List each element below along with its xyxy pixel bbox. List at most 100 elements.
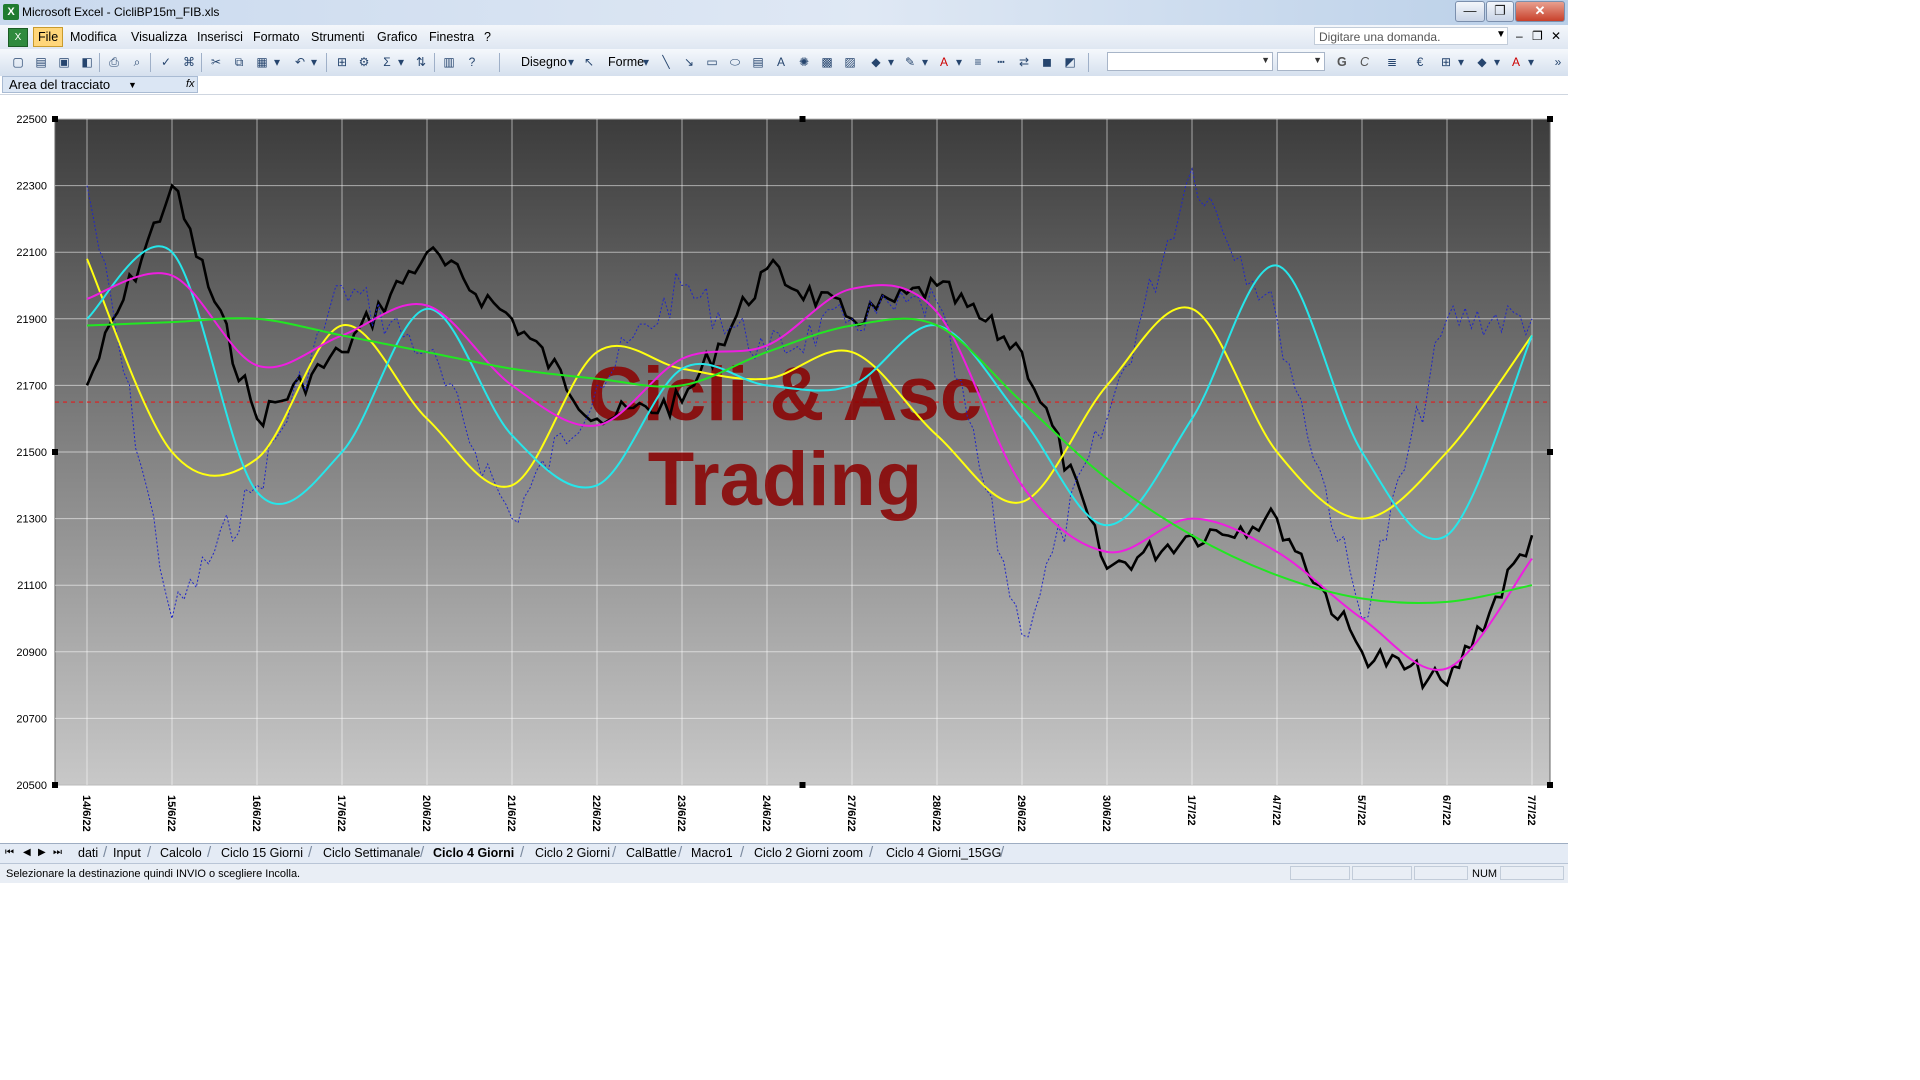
sheet-tab[interactable]: Ciclo 4 Giorni_15GG (886, 846, 1001, 860)
resize-handle[interactable] (1547, 782, 1553, 788)
chevron-down-icon[interactable]: ▾ (566, 54, 576, 70)
chevron-down-icon[interactable]: ▾ (1456, 54, 1466, 70)
copy-icon[interactable]: ⧉ (231, 54, 247, 70)
resize-handle[interactable] (52, 116, 58, 122)
chevron-down-icon[interactable]: ▾ (954, 54, 964, 70)
sheet-tab[interactable]: Input (113, 846, 141, 860)
sheet-tab[interactable]: CalBattle (626, 846, 677, 860)
name-box[interactable]: Area del tracciato ▼ fx (2, 76, 198, 93)
save-icon[interactable]: ▣ (56, 54, 72, 70)
sheet-tab[interactable]: Ciclo 2 Giorni zoom (754, 846, 863, 860)
bold-button[interactable]: G (1337, 55, 1347, 69)
forme-menu[interactable]: Forme (608, 55, 644, 69)
font-size-select[interactable]: ▼ (1277, 52, 1325, 71)
undo-icon[interactable]: ↶ (292, 54, 308, 70)
diagram-icon[interactable]: ✺ (796, 54, 812, 70)
hyperlink-icon[interactable]: ⊞ (334, 54, 350, 70)
chevron-down-icon[interactable]: ▾ (396, 54, 406, 70)
chart-wizard-icon[interactable]: ▥ (441, 54, 457, 70)
italic-button[interactable]: C (1360, 55, 1369, 69)
autosum-icon[interactable]: ⚙ (356, 54, 372, 70)
line-icon[interactable]: ╲ (658, 54, 674, 70)
sheet-tab[interactable]: Ciclo 2 Giorni (535, 846, 610, 860)
line-chart[interactable]: 22500 22300 22100 21900 21700 21500 21300 21100… (0, 95, 1568, 843)
sigma-icon[interactable]: Σ (379, 54, 395, 70)
resize-handle[interactable] (1547, 449, 1553, 455)
minimize-button[interactable]: — (1455, 1, 1485, 22)
3d-icon[interactable]: ◩ (1062, 54, 1078, 70)
chevron-down-icon[interactable]: ▾ (1492, 54, 1502, 70)
line-color-icon[interactable]: ✎ (902, 54, 918, 70)
textbox-icon[interactable]: ▤ (750, 54, 766, 70)
font-color-icon[interactable]: A (936, 54, 952, 70)
menu-modifica[interactable]: Modifica (67, 29, 120, 45)
sheet-tab[interactable]: Calcolo (160, 846, 202, 860)
font-color-icon[interactable]: A (1508, 54, 1524, 70)
picture-icon[interactable]: ▨ (842, 54, 858, 70)
chart-area[interactable]: 22500 22300 22100 21900 21700 21500 21300 21100… (0, 95, 1568, 843)
oval-icon[interactable]: ⬭ (727, 54, 743, 70)
menu-strumenti[interactable]: Strumenti (308, 29, 368, 45)
sort-icon[interactable]: ⇅ (413, 54, 429, 70)
chevron-down-icon[interactable]: ▼ (128, 78, 137, 93)
open-icon[interactable]: ▤ (33, 54, 49, 70)
align-center-icon[interactable]: ≣ (1384, 54, 1400, 70)
workbook-icon[interactable]: X (8, 28, 28, 47)
resize-handle[interactable] (799, 782, 806, 788)
research-icon[interactable]: ⌘ (181, 54, 197, 70)
sheet-tab[interactable]: dati (78, 846, 98, 860)
rectangle-icon[interactable]: ▭ (704, 54, 720, 70)
arrow-icon[interactable]: ↘ (681, 54, 697, 70)
chevron-down-icon[interactable]: ▾ (920, 54, 930, 70)
menu-visualizza[interactable]: Visualizza (128, 29, 190, 45)
help-search-input[interactable]: Digitare una domanda. (1314, 27, 1508, 45)
maximize-button[interactable]: ❐ (1486, 1, 1514, 22)
euro-icon[interactable]: € (1412, 54, 1428, 70)
function-icon[interactable]: fx (186, 77, 195, 92)
menu-finestra[interactable]: Finestra (426, 29, 477, 45)
resize-handle[interactable] (1547, 116, 1553, 122)
permission-icon[interactable]: ◧ (79, 54, 95, 70)
sheet-tab[interactable]: Ciclo Settimanale (323, 846, 420, 860)
menu-formato[interactable]: Formato (250, 29, 303, 45)
chevron-down-icon[interactable]: ▼ (1496, 29, 1506, 40)
chevron-down-icon[interactable]: ▾ (1526, 54, 1536, 70)
resize-handle[interactable] (52, 782, 58, 788)
fill-color-icon[interactable]: ◆ (868, 54, 884, 70)
fill-color-icon[interactable]: ◆ (1474, 54, 1490, 70)
print-preview-icon[interactable]: ⌕ (129, 54, 145, 70)
spelling-icon[interactable]: ✓ (158, 54, 174, 70)
prev-sheet-icon[interactable]: ◀ (23, 847, 31, 858)
doc-restore-icon[interactable]: ❐ (1532, 29, 1543, 43)
clipart-icon[interactable]: ▩ (819, 54, 835, 70)
sheet-tab[interactable]: Ciclo 15 Giorni (221, 846, 303, 860)
shadow-icon[interactable]: ◼ (1039, 54, 1055, 70)
sheet-tab[interactable]: Macro1 (691, 846, 733, 860)
next-sheet-icon[interactable]: ▶ (38, 847, 46, 858)
font-name-select[interactable]: ▼ (1107, 52, 1273, 71)
menu-help[interactable]: ? (481, 29, 494, 45)
chevron-down-icon[interactable]: ▾ (641, 54, 651, 70)
paste-icon[interactable]: ▦ (254, 54, 270, 70)
doc-minimize-icon[interactable]: – (1516, 29, 1523, 43)
borders-icon[interactable]: ⊞ (1438, 54, 1454, 70)
menu-grafico[interactable]: Grafico (374, 29, 420, 45)
chevron-down-icon[interactable]: ▾ (309, 54, 319, 70)
toolbar-options-icon[interactable]: » (1552, 54, 1564, 70)
doc-close-icon[interactable]: ✕ (1551, 29, 1561, 43)
chevron-down-icon[interactable]: ▾ (886, 54, 896, 70)
first-sheet-icon[interactable]: ⏮ (5, 847, 14, 858)
resize-handle[interactable] (52, 449, 58, 455)
wordart-icon[interactable]: A (773, 54, 789, 70)
arrow-style-icon[interactable]: ⇄ (1016, 54, 1032, 70)
chevron-down-icon[interactable]: ▾ (272, 54, 282, 70)
new-icon[interactable]: ▢ (10, 54, 26, 70)
cut-icon[interactable]: ✂ (208, 54, 224, 70)
select-pointer-icon[interactable]: ↖ (581, 54, 597, 70)
excel-icon[interactable]: X (3, 4, 19, 20)
sheet-tab[interactable]: Ciclo 4 Giorni (433, 846, 514, 860)
menu-file[interactable]: File (33, 27, 64, 47)
dash-style-icon[interactable]: ┅ (993, 54, 1009, 70)
menu-inserisci[interactable]: Inserisci (194, 29, 246, 45)
line-style-icon[interactable]: ≡ (970, 54, 986, 70)
